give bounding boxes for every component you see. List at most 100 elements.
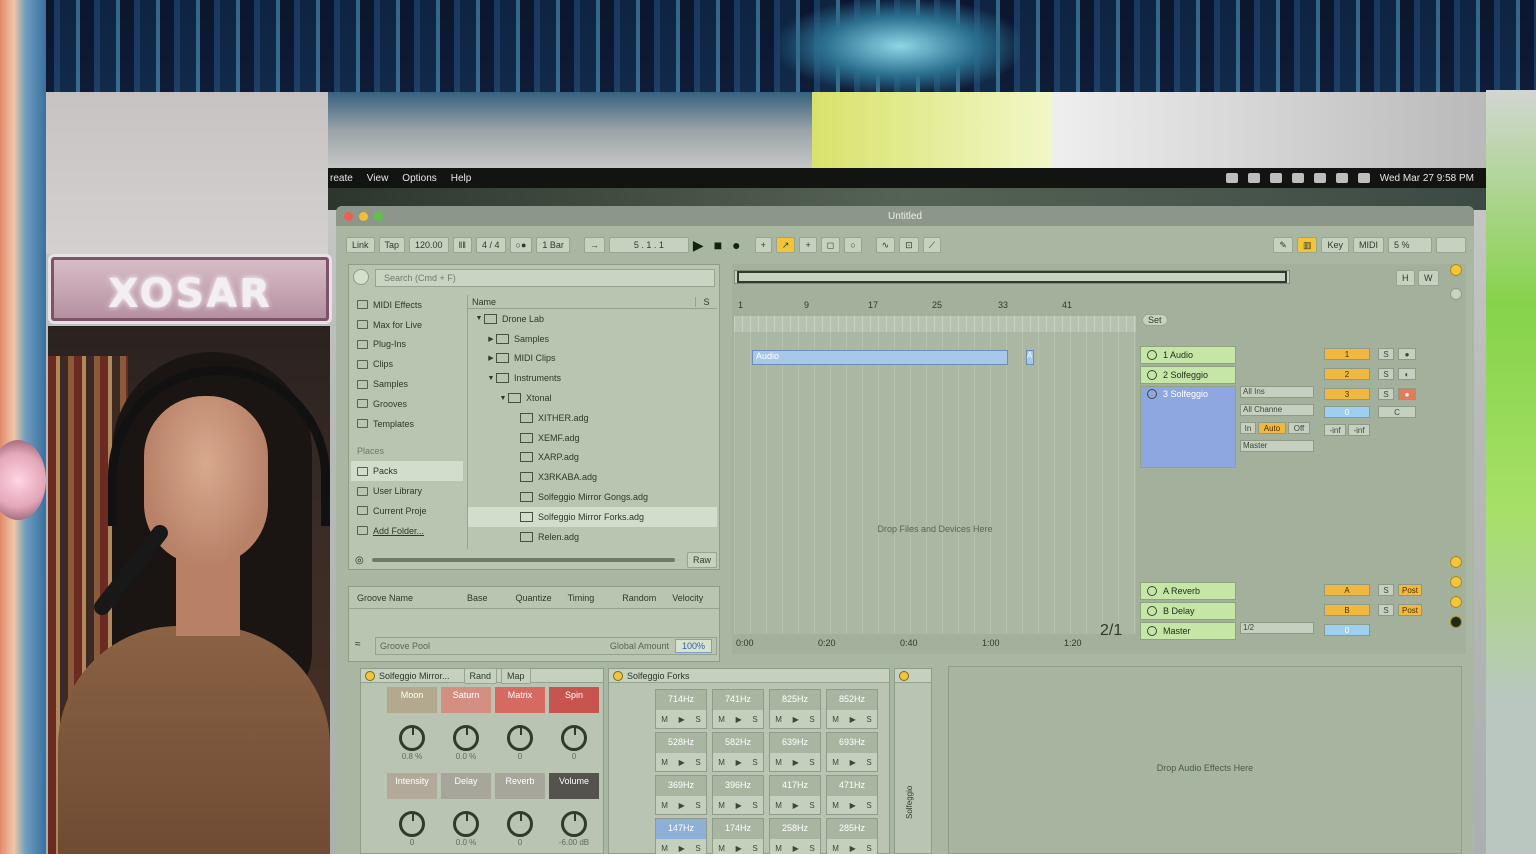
sends-toggle-icon[interactable] xyxy=(1450,556,1462,568)
list-item[interactable]: ▶ MIDI Clips xyxy=(468,349,717,369)
punch-in-icon[interactable]: ⊡ xyxy=(899,237,919,253)
device-header[interactable]: Solfeggio Forks xyxy=(609,669,889,683)
play-icon[interactable]: ▶ xyxy=(679,715,685,724)
arm-button[interactable]: ● xyxy=(1398,348,1416,360)
sidebar-item-grooves[interactable]: Grooves xyxy=(351,394,463,414)
mute-button[interactable]: M xyxy=(661,715,668,724)
play-icon[interactable]: ▶ xyxy=(850,844,856,853)
w-button[interactable]: W xyxy=(1418,270,1439,286)
s-column-header[interactable]: S xyxy=(695,296,717,307)
mute-button[interactable]: M xyxy=(775,758,782,767)
list-item[interactable]: XARP.adg xyxy=(468,448,717,468)
sidebar-item-midi-effects[interactable]: MIDI Effects xyxy=(351,295,463,315)
metronome-icon[interactable]: ○● xyxy=(509,237,533,253)
mute-button[interactable]: M xyxy=(718,844,725,853)
mixer-toggle-icon[interactable] xyxy=(1450,596,1462,608)
sidebar-item-max-for-live[interactable]: Max for Live xyxy=(351,315,463,335)
master-output-select[interactable]: 1/2 xyxy=(1240,622,1314,634)
loop-bar[interactable] xyxy=(734,316,1136,332)
drum-pad[interactable]: 582Hz M ▶ S xyxy=(712,732,764,772)
track-activator-icon[interactable] xyxy=(1147,606,1157,616)
mute-button[interactable]: M xyxy=(832,715,839,724)
input-channel-select[interactable]: All Channe xyxy=(1240,404,1314,416)
io-toggle-icon[interactable] xyxy=(1450,616,1462,628)
track-header-2-solfeggio[interactable]: 2 Solfeggio xyxy=(1140,366,1236,384)
wifi-icon[interactable] xyxy=(1291,173,1304,183)
drum-pad[interactable]: 285Hz M ▶ S xyxy=(826,818,878,854)
knob-icon[interactable] xyxy=(507,811,533,837)
track-number[interactable]: A xyxy=(1324,584,1370,596)
sidebar-item-current-project[interactable]: Current Proje xyxy=(351,501,463,521)
mute-button[interactable]: M xyxy=(832,844,839,853)
mute-button[interactable]: M xyxy=(661,801,668,810)
play-icon[interactable]: ▶ xyxy=(793,844,799,853)
macro-intensity[interactable]: Intensity 0 xyxy=(387,773,437,847)
drop-zone[interactable]: Drop Files and Devices Here xyxy=(734,478,1136,578)
track-number[interactable]: 2 xyxy=(1324,368,1370,380)
sidebar-item-plug-ins[interactable]: Plug-Ins xyxy=(351,335,463,355)
knob-icon[interactable] xyxy=(561,725,587,751)
monitor-off-button[interactable]: Off xyxy=(1288,422,1310,434)
drum-pad[interactable]: 693Hz M ▶ S xyxy=(826,732,878,772)
track-lanes[interactable] xyxy=(734,318,1136,634)
drum-pad[interactable]: 417Hz M ▶ S xyxy=(769,775,821,815)
solo-button[interactable]: S xyxy=(1378,604,1394,616)
mute-button[interactable]: M xyxy=(718,715,725,724)
solo-button[interactable]: S xyxy=(695,801,700,810)
macro-matrix[interactable]: Matrix 0 xyxy=(495,687,545,761)
drum-pad[interactable]: 528Hz M ▶ S xyxy=(655,732,707,772)
track-number[interactable]: 1 xyxy=(1324,348,1370,360)
solo-button[interactable]: S xyxy=(866,844,871,853)
list-item[interactable]: Solfeggio Mirror Gongs.adg xyxy=(468,487,717,507)
list-item[interactable]: XITHER.adg xyxy=(468,408,717,428)
device-power-icon[interactable] xyxy=(899,670,909,681)
sidebar-item-user-library[interactable]: User Library xyxy=(351,481,463,501)
track-activator-icon[interactable] xyxy=(1147,389,1157,399)
rand-button[interactable]: Rand xyxy=(463,667,498,684)
arm-button[interactable]: ● xyxy=(1398,388,1416,400)
track-activator-icon[interactable] xyxy=(1147,370,1157,380)
macro-reverb[interactable]: Reverb 0 xyxy=(495,773,545,847)
follow-icon[interactable]: → xyxy=(583,237,605,253)
drum-pad[interactable]: 741Hz M ▶ S xyxy=(712,689,764,729)
disclosure-icon[interactable]: ▼ xyxy=(486,375,496,382)
track-activator-icon[interactable] xyxy=(1147,626,1157,636)
solo-button[interactable]: S xyxy=(752,844,757,853)
mute-button[interactable]: M xyxy=(775,715,782,724)
preview-waveform[interactable] xyxy=(371,558,675,562)
play-icon[interactable]: ▶ xyxy=(850,801,856,810)
h-button[interactable]: H xyxy=(1396,270,1415,286)
groove-icon[interactable]: ≈ xyxy=(355,639,361,650)
solo-button[interactable]: S xyxy=(1378,348,1394,360)
play-icon[interactable]: ▶ xyxy=(736,844,742,853)
minimize-button[interactable] xyxy=(359,212,368,221)
solo-button[interactable]: S xyxy=(752,715,757,724)
mute-button[interactable]: M xyxy=(832,758,839,767)
raw-button[interactable]: Raw xyxy=(686,552,717,568)
solo-button[interactable]: S xyxy=(1378,388,1394,400)
play-icon[interactable]: ▶ xyxy=(736,758,742,767)
list-item[interactable]: ▼ Drone Lab xyxy=(468,309,717,329)
drum-pad[interactable]: 852Hz M ▶ S xyxy=(826,689,878,729)
solo-button[interactable]: S xyxy=(866,715,871,724)
track-header-1-audio[interactable]: 1 Audio xyxy=(1140,346,1236,364)
solo-button[interactable]: S xyxy=(809,715,814,724)
status-icon[interactable] xyxy=(1269,173,1282,183)
monitor-in-button[interactable]: In xyxy=(1240,422,1256,434)
solo-button[interactable]: S xyxy=(809,844,814,853)
solo-button[interactable]: S xyxy=(1378,368,1394,380)
list-item[interactable]: ▼ Xtonal xyxy=(468,388,717,408)
capture-icon[interactable]: ◻ xyxy=(820,237,841,253)
sidebar-item-packs[interactable]: Packs xyxy=(351,461,463,482)
menu-options[interactable]: Options xyxy=(402,173,436,184)
menu-create[interactable]: reate xyxy=(330,173,353,184)
drum-pad[interactable]: 396Hz M ▶ S xyxy=(712,775,764,815)
input-type-select[interactable]: All Ins xyxy=(1240,386,1314,398)
play-icon[interactable]: ▶ xyxy=(679,758,685,767)
mute-button[interactable]: M xyxy=(718,801,725,810)
time-signature-field[interactable]: 4 / 4 xyxy=(476,237,506,253)
mute-button[interactable]: M xyxy=(775,844,782,853)
play-icon[interactable]: ▶ xyxy=(679,801,685,810)
overview-visible-region[interactable] xyxy=(737,271,1287,283)
midi-map-button[interactable]: MIDI xyxy=(1353,237,1384,253)
